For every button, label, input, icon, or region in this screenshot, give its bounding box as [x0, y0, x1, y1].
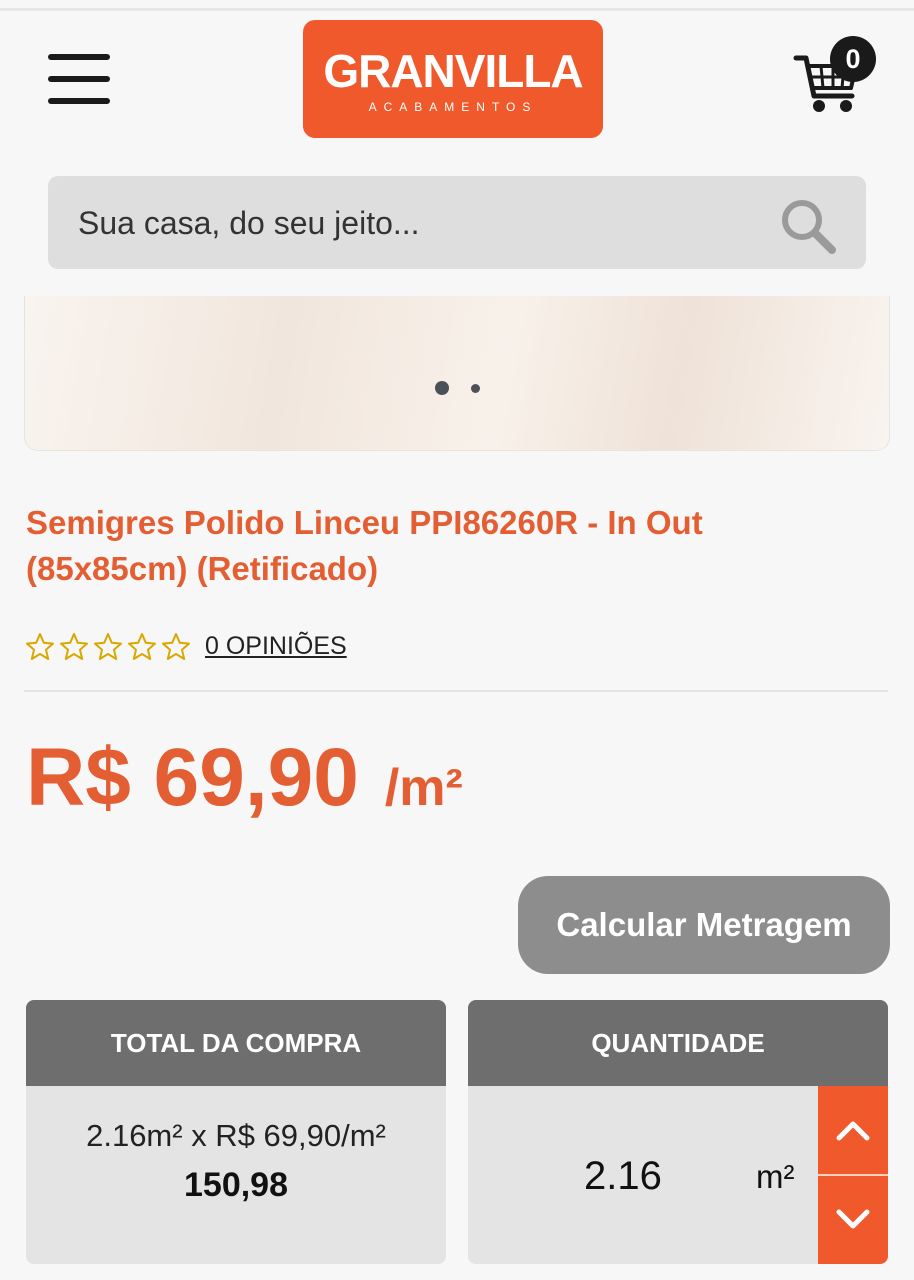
price-value: R$ 69,90: [26, 732, 359, 823]
price-unit: /m²: [384, 759, 463, 817]
product-title: Semigres Polido Linceu PPI86260R - In Ou…: [26, 504, 703, 587]
search-icon[interactable]: [778, 196, 838, 256]
quantity-unit: m²: [756, 1158, 795, 1195]
star-icon: [60, 633, 88, 660]
search-input[interactable]: [76, 198, 740, 248]
quantity-panel-header: QUANTIDADE: [468, 1000, 888, 1086]
top-border: [0, 8, 914, 11]
hamburger-menu-icon[interactable]: [46, 52, 110, 108]
product-image-carousel[interactable]: [24, 296, 890, 451]
star-icon: [128, 633, 156, 660]
product-price: R$ 69,90/m²: [26, 728, 463, 828]
product-image: [25, 296, 889, 450]
logo-tagline: ACABAMENTOS: [368, 100, 538, 114]
carousel-dot-2[interactable]: [471, 384, 480, 393]
quantity-stepper: [818, 1086, 888, 1264]
quantity-decrease-button[interactable]: [818, 1176, 888, 1264]
reviews-link[interactable]: 0 OPINIÕES: [205, 632, 347, 661]
total-value: 150,98: [184, 1166, 288, 1204]
carousel-dot-1[interactable]: [435, 381, 449, 395]
star-icon: [94, 633, 122, 660]
cart-button[interactable]: 0: [792, 36, 886, 118]
chevron-up-icon: [836, 1121, 870, 1141]
granvilla-logo[interactable]: GRANVILLA ACABAMENTOS: [303, 20, 603, 138]
calculate-area-button[interactable]: Calcular Metragem: [518, 876, 890, 974]
star-icon: [26, 633, 54, 660]
quantity-increase-button[interactable]: [818, 1086, 888, 1174]
quantity-value[interactable]: 2.16: [584, 1154, 662, 1199]
star-rating-icons: [26, 633, 190, 660]
divider: [24, 690, 888, 692]
purchase-total-panel: TOTAL DA COMPRA 2.16m² x R$ 69,90/m² 150…: [26, 1000, 446, 1264]
logo-name: GRANVILLA: [323, 45, 583, 97]
search-bar: [48, 176, 866, 269]
cart-count-badge: 0: [830, 36, 876, 82]
total-panel-header: TOTAL DA COMPRA: [26, 1000, 446, 1086]
total-calculation: 2.16m² x R$ 69,90/m²: [86, 1118, 386, 1153]
quantity-panel: QUANTIDADE 2.16 m²: [468, 1000, 888, 1264]
star-icon: [162, 633, 190, 660]
chevron-down-icon: [836, 1209, 870, 1229]
